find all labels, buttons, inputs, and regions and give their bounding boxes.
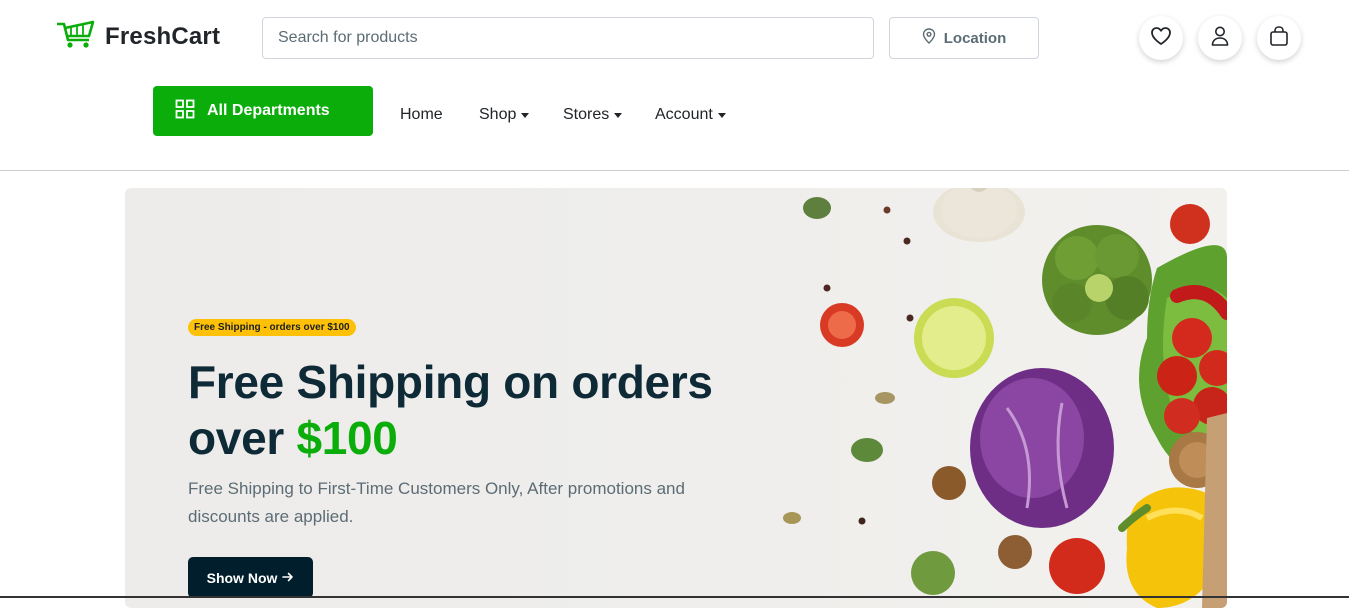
nav-item-label: Stores xyxy=(563,106,610,123)
location-button[interactable]: Location xyxy=(889,17,1039,59)
cart-button[interactable] xyxy=(1257,16,1301,60)
chevron-down-icon xyxy=(521,112,530,118)
hero-subtext: Free Shipping to First-Time Customers On… xyxy=(188,479,685,526)
cta-label: Show Now xyxy=(206,569,278,586)
chevron-down-icon xyxy=(614,112,623,118)
main-nav: All Departments Home Shop Stores Account xyxy=(0,78,1349,171)
brand-name: FreshCart xyxy=(105,22,221,50)
nav-item-account[interactable]: Account xyxy=(655,106,726,124)
all-departments-label: All Departments xyxy=(207,102,330,119)
search-input[interactable] xyxy=(262,17,874,59)
show-now-button[interactable]: Show Now xyxy=(188,557,313,598)
nav-item-home[interactable]: Home xyxy=(400,106,443,124)
all-departments-button[interactable]: All Departments xyxy=(153,86,373,136)
nav-item-label: Shop xyxy=(479,106,517,123)
nav-item-label: Home xyxy=(400,106,443,123)
nav-item-shop[interactable]: Shop xyxy=(479,106,530,124)
hero-banner: Free Shipping - orders over $100 Free Sh… xyxy=(125,188,1227,608)
nav-item-stores[interactable]: Stores xyxy=(563,106,623,124)
header: FreshCart Location xyxy=(0,0,1349,78)
arrow-right-icon xyxy=(282,570,294,586)
account-button[interactable] xyxy=(1198,16,1242,60)
hero-headline: Free Shipping on orders over $100 xyxy=(188,354,788,466)
heart-icon xyxy=(1150,26,1172,51)
headline-accent: $100 xyxy=(296,412,398,464)
map-pin-icon xyxy=(922,28,936,48)
wishlist-button[interactable] xyxy=(1139,16,1183,60)
bag-icon xyxy=(1268,25,1290,52)
user-icon xyxy=(1210,25,1230,52)
location-label: Location xyxy=(943,29,1007,47)
headline-text: Free Shipping on orders over xyxy=(188,356,713,464)
nav-item-label: Account xyxy=(655,106,713,123)
cart-icon xyxy=(55,18,95,55)
chevron-down-icon xyxy=(717,112,726,118)
brand-logo[interactable]: FreshCart xyxy=(55,18,220,55)
grid-icon xyxy=(175,99,195,124)
promo-badge: Free Shipping - orders over $100 xyxy=(188,319,356,336)
